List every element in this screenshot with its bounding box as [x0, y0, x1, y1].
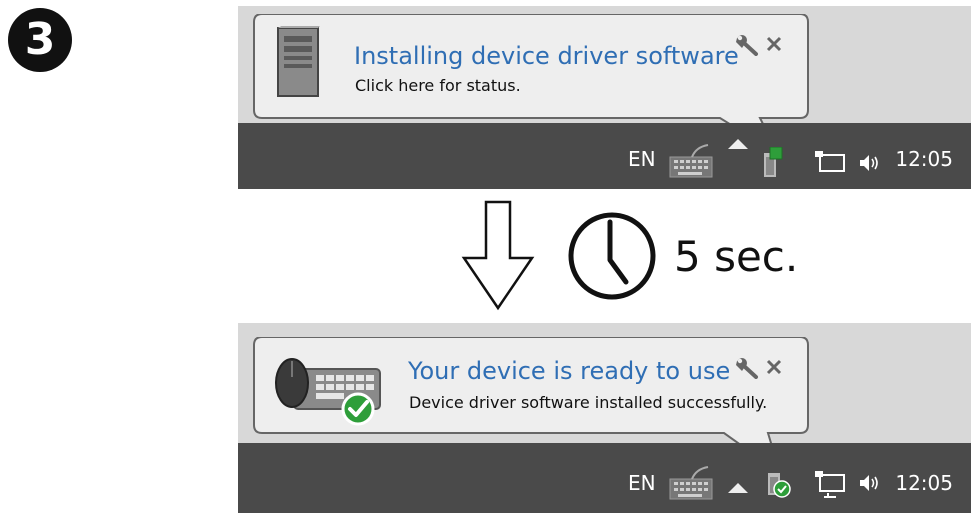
- language-indicator[interactable]: EN: [628, 471, 656, 495]
- desktop-panel-installing: Installing device driver software Click …: [238, 6, 971, 189]
- settings-wrench-icon[interactable]: [734, 34, 760, 56]
- network-icon[interactable]: [814, 149, 846, 177]
- notification-title: Installing device driver software: [354, 42, 739, 70]
- step-number-badge: 3: [8, 8, 72, 72]
- close-icon[interactable]: [766, 36, 782, 52]
- network-icon[interactable]: [814, 469, 846, 499]
- mouse-keyboard-check-icon: [275, 358, 381, 426]
- show-hidden-icons-icon[interactable]: [728, 139, 748, 151]
- keyboard-icon[interactable]: [668, 465, 714, 501]
- taskbar: EN 12:05: [238, 443, 971, 513]
- notification-subtitle[interactable]: Click here for status.: [355, 76, 521, 95]
- taskbar: EN 12:05: [238, 123, 971, 189]
- device-installing-icon[interactable]: [760, 147, 784, 179]
- desktop-panel-ready: Your device is ready to use Device drive…: [238, 323, 971, 513]
- close-icon[interactable]: [766, 359, 782, 375]
- volume-icon[interactable]: [858, 473, 880, 493]
- wait-duration-label: 5 sec.: [674, 232, 799, 281]
- settings-wrench-icon[interactable]: [734, 357, 760, 379]
- clock-icon: [568, 212, 656, 300]
- device-ready-icon[interactable]: [764, 469, 792, 499]
- computer-tower-icon: [277, 26, 320, 97]
- taskbar-clock[interactable]: 12:05: [895, 471, 953, 495]
- volume-icon[interactable]: [858, 153, 880, 173]
- keyboard-icon[interactable]: [668, 143, 714, 179]
- taskbar-clock[interactable]: 12:05: [895, 147, 953, 171]
- show-hidden-icons-icon[interactable]: [728, 483, 748, 495]
- down-arrow-icon: [461, 200, 535, 311]
- language-indicator[interactable]: EN: [628, 147, 656, 171]
- notification-title: Your device is ready to use: [408, 357, 731, 385]
- notification-subtitle[interactable]: Device driver software installed success…: [409, 393, 767, 412]
